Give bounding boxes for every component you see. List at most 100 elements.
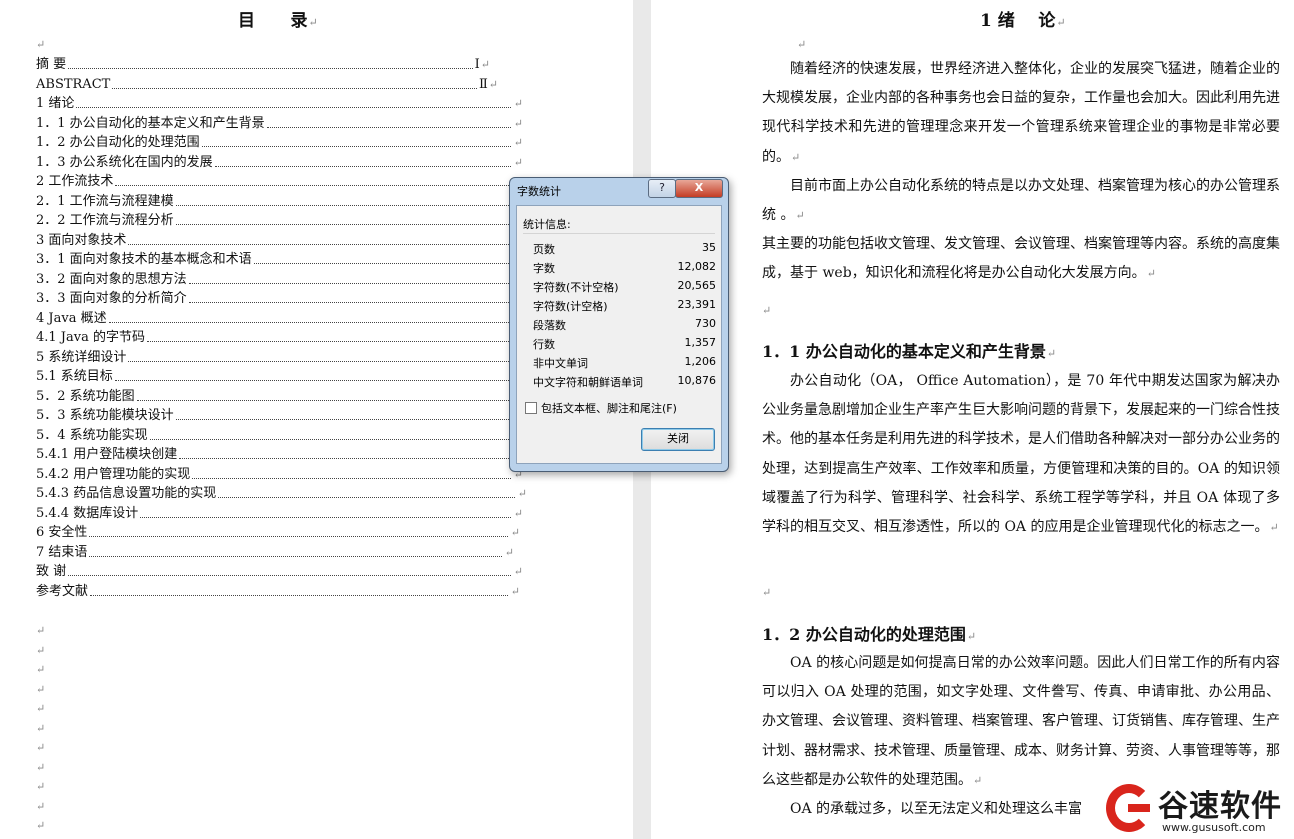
close-icon[interactable]: X xyxy=(675,179,723,198)
stat-row: 字符数(不计空格) 20,565 xyxy=(533,279,716,295)
stat-row: 段落数 730 xyxy=(533,317,716,333)
toc-entry-text: 3．1 面向对象技术的基本概念和术语 xyxy=(36,252,252,267)
toc-leader-dots xyxy=(68,575,511,576)
toc-entry[interactable]: 5.4.1 用户登陆模块创建↵ xyxy=(36,445,523,464)
paragraph-mark-icon: ↵ xyxy=(36,721,46,735)
toc-entry-text: 3．2 面向对象的思想方法 xyxy=(36,271,187,287)
toc-leader-dots xyxy=(89,555,502,557)
toc-entry-text: 5.4.2 用户管理功能的实现 xyxy=(36,466,191,482)
paragraph: OA 的承载过多，以至无法定义和处理这么丰富 xyxy=(790,801,1083,817)
paragraph-mark-icon: ↵ xyxy=(504,545,514,559)
toc-leader-dots xyxy=(192,477,511,479)
toc-entry[interactable]: 4 Java 概述↵ xyxy=(36,309,523,328)
include-textboxes-checkbox[interactable]: 包括文本框、脚注和尾注(F) xyxy=(525,400,677,416)
toc-entry[interactable]: 2．1 工作流与流程建模↵ xyxy=(36,192,523,211)
checkbox-icon[interactable] xyxy=(525,402,537,414)
stat-label: 字符数(不计空格) xyxy=(533,281,619,294)
toc-entry-text: 5 系统详细设计 xyxy=(36,349,127,365)
toc-entry-text: 参考文献 xyxy=(36,583,89,599)
paragraph-mark-icon: ↵ xyxy=(36,624,46,637)
paragraph-mark-icon: ↵ xyxy=(36,682,46,696)
toc-entry[interactable]: 5．2 系统功能图↵ xyxy=(36,387,523,406)
toc-entry[interactable]: 5.1 系统目标↵ xyxy=(36,367,523,386)
toc-entry[interactable]: 5.4.3 药品信息设置功能的实现 ↵ xyxy=(36,484,527,503)
stat-row: 行数 1,357 xyxy=(533,336,716,352)
stat-label: 页数 xyxy=(533,243,555,256)
toc-entry-text: 5.1 系统目标 xyxy=(36,369,113,384)
toc-entry-text: 6 安全性 xyxy=(36,525,88,540)
paragraph-mark-icon: ↵ xyxy=(480,58,490,71)
paragraph-mark-icon: ↵ xyxy=(488,77,498,91)
paragraph-mark-icon: ↵ xyxy=(513,565,523,578)
paragraph-mark-icon: ↵ xyxy=(797,38,807,51)
toc-leader-dots xyxy=(128,243,511,245)
paragraph: OA 的核心问题是如何提高日常的办公效率问题。因此人们日常工作的所有内容可以归入… xyxy=(762,655,1280,788)
toc-entry[interactable]: 致 谢 ↵ xyxy=(36,562,523,581)
stat-row: 非中文单词 1,206 xyxy=(533,355,716,371)
toc-entry[interactable]: 5 系统详细设计↵ xyxy=(36,348,523,367)
paragraph-mark-icon: ↵ xyxy=(36,780,46,793)
toc-entry[interactable]: 3．2 面向对象的思想方法↵ xyxy=(36,270,523,289)
paragraph-mark-icon: ↵ xyxy=(513,97,523,110)
toc-leader-dots xyxy=(175,224,511,225)
section-heading: 1．1 办公自动化的基本定义和产生背景↵ xyxy=(762,342,1057,361)
toc-entry[interactable]: 1．2 办公自动化的处理范围 ↵ xyxy=(36,133,523,152)
toc-entry[interactable]: 7 结束语 ↵ xyxy=(36,543,514,562)
paragraph-mark-icon: ↵ xyxy=(517,487,527,500)
toc-page-number: Ⅰ xyxy=(474,57,480,72)
toc-entry-text: 4 Java 概述 xyxy=(36,310,107,326)
toc-entry[interactable]: 2．2 工作流与流程分析↵ xyxy=(36,211,523,230)
toc-entry[interactable]: 3．1 面向对象技术的基本概念和术语↵ xyxy=(36,250,523,269)
toc-entry-text: 5．2 系统功能图 xyxy=(36,388,135,404)
toc-leader-dots xyxy=(112,87,477,89)
paragraph-mark-icon: ↵ xyxy=(510,526,520,539)
toc-entry[interactable]: 摘 要 Ⅰ ↵ xyxy=(36,55,490,74)
toc-entry-text: 5.4.1 用户登陆模块创建 xyxy=(36,447,178,462)
toc-entry[interactable]: 2 工作流技术↵ xyxy=(36,172,523,191)
toc-entry[interactable]: 3 面向对象技术↵ xyxy=(36,231,523,250)
stats-group-label: 统计信息: xyxy=(523,218,571,231)
toc-leader-dots xyxy=(76,107,511,108)
toc-entry[interactable]: 5.4.4 数据库设计 ↵ xyxy=(36,504,523,523)
stat-row: 字符数(计空格) 23,391 xyxy=(533,298,716,314)
toc-leader-dots xyxy=(90,594,508,596)
close-button[interactable]: 关闭 xyxy=(641,428,715,451)
toc-entry-text: 5．3 系统功能模块设计 xyxy=(36,408,174,423)
paragraph-mark-icon: ↵ xyxy=(513,506,523,520)
chapter-title-text: 1 绪 论 xyxy=(980,11,1056,31)
toc-entry[interactable]: 5.4.2 用户管理功能的实现 ↵ xyxy=(36,465,523,484)
paragraph-mark-icon: ↵ xyxy=(308,16,318,29)
paragraph-mark-icon: ↵ xyxy=(513,136,523,149)
stat-value: 35 xyxy=(702,241,716,254)
toc-entry[interactable]: 4.1 Java 的字节码↵ xyxy=(36,328,523,347)
toc-entry[interactable]: 参考文献 ↵ xyxy=(36,582,520,601)
toc-title: 目 录↵ xyxy=(238,6,358,31)
toc-entry[interactable]: 5．3 系统功能模块设计↵ xyxy=(36,406,523,425)
toc-entry-text: 5.4.4 数据库设计 xyxy=(36,505,139,521)
help-button[interactable]: ? xyxy=(648,179,676,198)
toc-entry[interactable]: 1．3 办公系统化在国内的发展 ↵ xyxy=(36,153,523,172)
paragraph-mark-icon: ↵ xyxy=(1056,16,1066,29)
stat-value: 730 xyxy=(695,317,716,330)
toc-entry[interactable]: 6 安全性 ↵ xyxy=(36,523,520,542)
dialog-titlebar[interactable]: 字数统计 ? X xyxy=(510,178,728,202)
paragraph: 办公自动化（OA， Office Automation），是 70 年代中期发达… xyxy=(762,373,1280,536)
stat-value: 20,565 xyxy=(677,279,717,292)
toc-entry[interactable]: 3．3 面向对象的分析简介↵ xyxy=(36,289,523,308)
toc-leader-dots xyxy=(147,341,511,342)
toc-entry[interactable]: 1 绪论 ↵ xyxy=(36,94,523,113)
stat-label: 字数 xyxy=(533,262,555,275)
stat-label: 字符数(计空格) xyxy=(533,300,608,313)
toc-entry[interactable]: ABSTRACT Ⅱ ↵ xyxy=(36,75,498,94)
toc-leader-dots xyxy=(253,263,511,264)
paragraph-mark-icon: ↵ xyxy=(36,702,46,715)
toc-entry[interactable]: 1．1 办公自动化的基本定义和产生背景 ↵ xyxy=(36,114,523,133)
stat-value: 1,206 xyxy=(684,355,717,368)
paragraph-mark-icon: ↵ xyxy=(762,304,772,317)
toc-leader-dots xyxy=(175,204,511,206)
toc-entry[interactable]: 5．4 系统功能实现↵ xyxy=(36,426,523,445)
toc-leader-dots xyxy=(266,126,511,128)
toc-leader-dots xyxy=(115,185,511,186)
stat-label: 非中文单词 xyxy=(533,357,588,370)
paragraph-mark-icon: ↵ xyxy=(762,586,772,599)
